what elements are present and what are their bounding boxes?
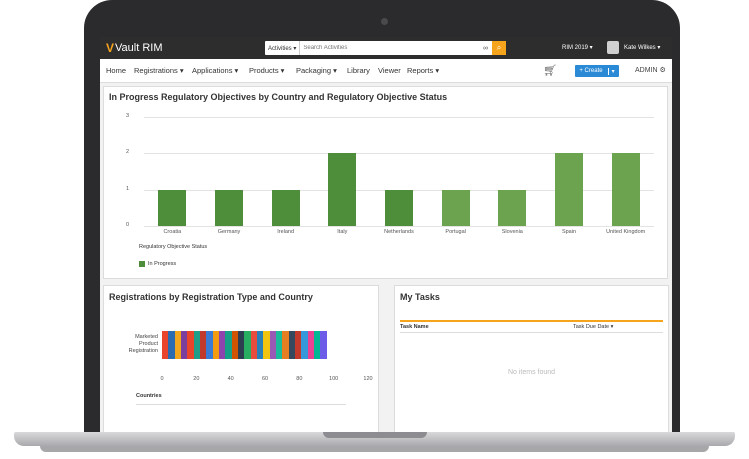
y-tick-label: 2 [126,149,130,156]
tasks-col-due-date[interactable]: Task Due Date ▾ [573,324,613,330]
search-button[interactable]: ⌕ [492,41,506,55]
create-label: + Create [579,68,603,74]
x-tick-label: Portugal [445,229,466,235]
vault-logo[interactable]: V Vault RIM [106,40,163,56]
nav-viewer[interactable]: Viewer [378,66,401,75]
bar[interactable] [498,189,527,226]
gridline [144,117,654,118]
main-nav: Home Registrations ▾ Applications ▾ Prod… [100,59,672,83]
tasks-header-divider [400,332,663,333]
nav-applications[interactable]: Applications ▾ [192,66,238,75]
search-input[interactable] [300,42,467,54]
x-tick-label: 0 [160,376,164,382]
nav-library[interactable]: Library [347,66,370,75]
registrations-panel: Registrations by Registration Type and C… [103,285,379,432]
top-bar: V Vault RIM Activities ▾ ∞ ⌕ RIM 2019 ▾ … [100,37,672,59]
screen: V Vault RIM Activities ▾ ∞ ⌕ RIM 2019 ▾ … [100,37,672,432]
x-tick-label: 40 [227,376,234,382]
x-tick-label: 120 [363,376,373,382]
y-tick-label: 0 [126,222,130,228]
x-tick-label: United Kingdom [606,229,646,235]
tasks-col-name[interactable]: Task Name [400,324,429,330]
y-tick-label: 1 [126,185,130,192]
bar[interactable] [385,189,413,226]
x-tick-label: Germany [217,229,241,235]
bar[interactable] [555,153,583,226]
logo-v-icon: V [106,41,115,55]
bar[interactable] [271,189,300,226]
nav-registrations[interactable]: Registrations ▾ [134,66,184,75]
search-scope-dropdown[interactable]: Activities ▾ [265,41,301,55]
legend-title: Regulatory Objective Status [139,244,208,250]
x-tick-label: Slovenia [501,229,523,235]
search-bar: Activities ▾ ∞ ⌕ [265,41,506,55]
camera-icon [381,18,388,25]
divider [136,404,346,405]
x-tick-label: Croatia [163,229,182,235]
tasks-empty-message: No items found [507,369,556,376]
x-tick-label: Italy [337,229,348,235]
x-tick-label: 60 [261,376,269,382]
laptop-notch [323,432,427,438]
y-tick-label: 3 [126,113,130,119]
create-caret-icon[interactable]: ▾ [607,67,615,75]
cart-icon[interactable]: 🛒︎ [543,64,557,77]
nav-home[interactable]: Home [106,66,126,75]
admin-link[interactable]: ADMIN ⚙ [635,66,666,74]
logo-text: Vault RIM [115,42,163,54]
x-tick-label: Spain [561,229,577,235]
create-button[interactable]: + Create ▾ [575,65,619,77]
x-tick-label: 20 [193,376,200,382]
user-menu[interactable]: Kate Wilkes ▾ [624,44,660,51]
legend-swatch [139,261,145,267]
tasks-accent-line [400,320,663,322]
bar[interactable] [611,153,640,226]
bar[interactable] [441,189,470,226]
user-avatar[interactable] [607,41,619,54]
vault-selector[interactable]: RIM 2019 ▾ [562,44,593,51]
regulatory-objectives-panel: In Progress Regulatory Objectives by Cou… [103,86,668,279]
x-tick-label: 100 [329,376,339,382]
nav-products[interactable]: Products ▾ [249,66,284,75]
binoculars-icon[interactable]: ∞ [483,45,488,52]
laptop-shadow [40,446,709,452]
my-tasks-panel: My Tasks Task Name Task Due Date ▾ No it… [394,285,669,432]
nav-packaging[interactable]: Packaging ▾ [296,66,337,75]
x-tick-label: Netherlands [384,229,414,235]
nav-reports[interactable]: Reports ▾ [407,66,439,75]
x-tick-label: 80 [296,376,303,382]
search-icon: ⌕ [496,43,502,52]
x-axis: 0 20 40 60 80 100 120 [104,286,378,432]
legend-label: In Progress [148,261,177,267]
x-tick-label: Ireland [277,229,295,235]
legend-title: Countries [136,393,162,399]
bar[interactable] [215,189,243,226]
bar[interactable] [158,189,187,226]
bar[interactable] [328,153,357,226]
panel-title: My Tasks [400,292,440,302]
gridline [144,226,654,227]
